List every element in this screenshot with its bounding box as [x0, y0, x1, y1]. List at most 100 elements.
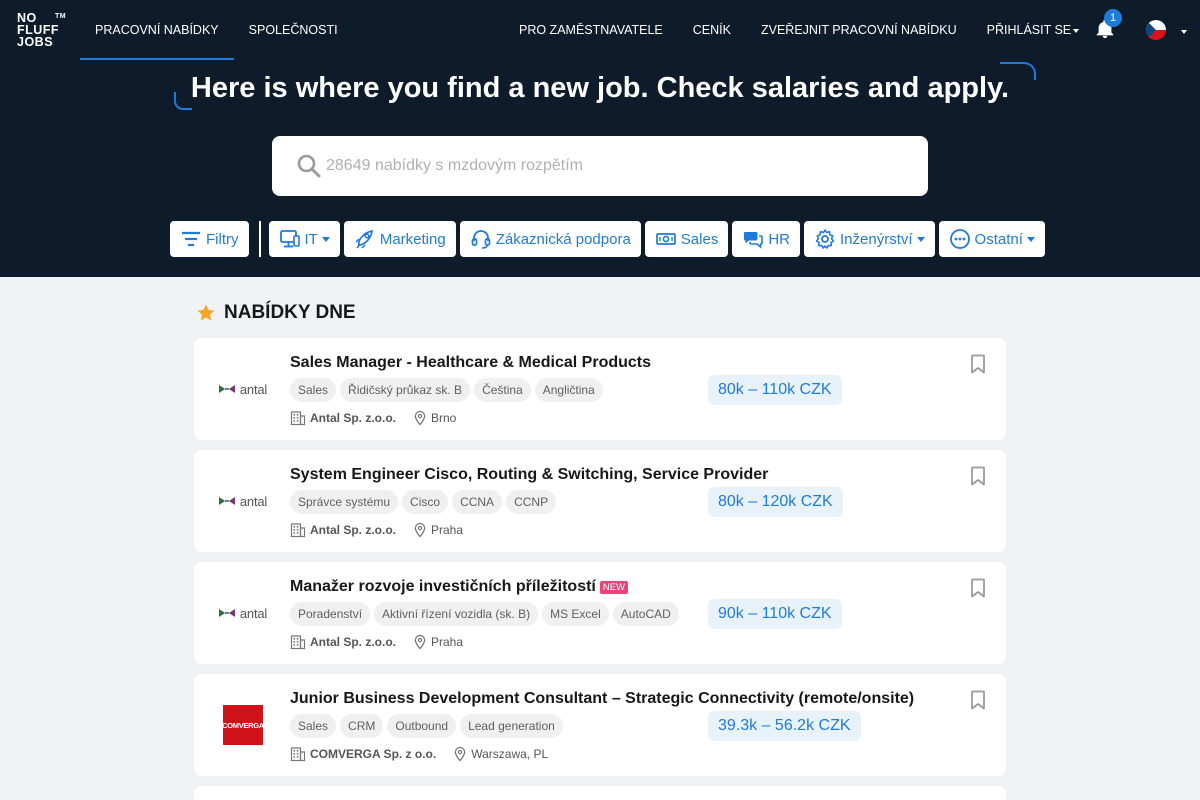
category-hr-label: HR — [768, 230, 790, 248]
company-name: Antal Sp. z.o.o. — [310, 635, 396, 649]
building-icon — [290, 411, 306, 426]
location-pin-icon — [414, 634, 426, 650]
job-title[interactable]: Manažer rozvoje investičních příležitost… — [290, 578, 629, 596]
job-tag[interactable]: Outbound — [387, 714, 457, 738]
job-tag[interactable]: AutoCAD — [612, 602, 679, 626]
filters-button[interactable]: Filtry — [170, 221, 249, 257]
job-location: Praha — [431, 523, 464, 537]
logo-line-3: JOBS — [17, 35, 54, 49]
category-marketing[interactable]: Marketing — [343, 221, 456, 257]
category-bar: Filtry IT Marketing Zákaznická podpora S… — [170, 221, 1049, 257]
job-tags: Sales Řidičský průkaz sk. B Čeština Angličt… — [290, 378, 607, 402]
job-tag[interactable]: Angličtina — [534, 378, 603, 402]
company-logo: antal — [212, 590, 274, 636]
chevron-down-icon — [321, 236, 330, 242]
nav-companies[interactable]: SPOLEČNOSTI — [234, 0, 353, 60]
new-badge: NEW — [599, 580, 629, 594]
company-name: COMVERGA Sp. z o.o. — [310, 747, 437, 761]
job-tag[interactable]: CCNP — [506, 490, 557, 514]
salary-range: 90k – 110k CZK — [708, 599, 842, 629]
building-icon — [290, 747, 306, 762]
salary-range: 80k – 120k CZK — [708, 487, 843, 517]
job-title-text: System Engineer Cisco, Routing & Switchi… — [290, 466, 769, 483]
category-customer-support[interactable]: Zákaznická podpora — [459, 221, 641, 257]
antal-logo: antal — [218, 381, 268, 397]
bookmark-icon[interactable] — [970, 354, 986, 374]
location-pin-icon — [414, 522, 426, 538]
job-tag[interactable]: Sales — [290, 714, 337, 738]
job-tag[interactable]: Poradenství — [290, 602, 371, 626]
antal-logo-text: antal — [239, 493, 268, 509]
job-card[interactable]: antal System Engineer Cisco, Routing & S… — [194, 450, 1006, 552]
search-box[interactable] — [272, 136, 928, 196]
job-tag[interactable]: MS Excel — [542, 602, 609, 626]
category-divider — [258, 221, 261, 257]
job-meta: Antal Sp. z.o.o. Praha — [290, 634, 463, 650]
nav-for-employers[interactable]: PRO ZAMĚSTNAVATELE — [504, 0, 678, 60]
monitor-icon — [279, 230, 300, 248]
job-tag[interactable]: Lead generation — [460, 714, 563, 738]
chevron-down-icon — [1073, 28, 1080, 33]
category-engineering[interactable]: Inženýrství — [804, 221, 935, 257]
job-card[interactable]: antal Manažer rozvoje investičních příle… — [194, 562, 1006, 664]
job-tag[interactable]: CCNA — [452, 490, 503, 514]
antal-mark-icon — [218, 497, 235, 505]
job-tag[interactable]: Správce systému — [290, 490, 399, 514]
search-input[interactable] — [326, 157, 906, 175]
nav-login-label: PŘIHLÁSIT SE — [986, 23, 1072, 37]
category-other[interactable]: Ostatní — [938, 221, 1045, 257]
nav-login[interactable]: PŘIHLÁSIT SE — [972, 0, 1095, 60]
bookmark-icon[interactable] — [970, 690, 986, 710]
chat-bubbles-icon — [744, 232, 764, 249]
search-icon — [297, 154, 321, 178]
job-title[interactable]: System Engineer Cisco, Routing & Switchi… — [290, 466, 768, 484]
nav-post-job[interactable]: ZVEŘEJNIT PRACOVNÍ NABÍDKU — [746, 0, 972, 60]
bookmark-icon[interactable] — [970, 578, 986, 598]
nofluffjobs-logo[interactable]: NO FLUFF JOBS TM — [0, 0, 80, 60]
job-meta: COMVERGA Sp. z o.o. Warszawa, PL — [290, 746, 548, 762]
job-card-partial[interactable] — [194, 786, 1006, 800]
job-location: Praha — [431, 635, 464, 649]
salary-range: 80k – 110k CZK — [708, 375, 842, 405]
category-other-label: Ostatní — [974, 230, 1023, 248]
job-tag[interactable]: Řidičský průkaz sk. B — [340, 378, 471, 402]
bookmark-icon[interactable] — [970, 466, 986, 486]
job-location: Brno — [431, 411, 457, 425]
banknote-icon — [655, 233, 676, 245]
category-it-label: IT — [304, 230, 318, 248]
job-title-text: Manažer rozvoje investičních příležitost… — [290, 578, 596, 595]
category-it[interactable]: IT — [268, 221, 340, 257]
antal-logo: antal — [218, 606, 267, 621]
nav-left: PRACOVNÍ NABÍDKY SPOLEČNOSTI — [80, 0, 353, 60]
antal-mark-icon — [218, 609, 235, 617]
headline-bold: Here is where you find a new job. — [190, 72, 649, 104]
antal-logo-text: antal — [239, 381, 268, 397]
top-navbar: NO FLUFF JOBS TM PRACOVNÍ NABÍDKY SPOLEČ… — [0, 0, 1200, 60]
job-tag[interactable]: Čeština — [474, 378, 531, 402]
category-engineering-label: Inženýrství — [840, 230, 913, 248]
job-title[interactable]: Junior Business Development Consultant –… — [290, 690, 914, 708]
chevron-down-icon — [1026, 236, 1035, 242]
hero-headline: Here is where you find a new job. Check … — [0, 72, 1200, 105]
chevron-down-icon — [916, 236, 925, 242]
language-chevron-down-icon[interactable] — [1181, 30, 1187, 34]
czech-flag-icon[interactable] — [1146, 20, 1166, 40]
category-sales[interactable]: Sales — [644, 221, 729, 257]
job-card[interactable]: antal Sales Manager - Healthcare & Medic… — [194, 338, 1006, 440]
category-customer-support-label: Zákaznická podpora — [495, 230, 631, 248]
job-tag[interactable]: Cisco — [402, 490, 449, 514]
job-meta: Antal Sp. z.o.o. Praha — [290, 522, 463, 538]
job-tag[interactable]: Sales — [290, 378, 337, 402]
nav-pricing[interactable]: CENÍK — [678, 0, 746, 60]
category-marketing-label: Marketing — [379, 230, 446, 248]
salary-range: 39.3k – 56.2k CZK — [708, 711, 861, 741]
comverga-logo: COMVERGA — [222, 705, 264, 745]
category-hr[interactable]: HR — [732, 221, 800, 257]
job-tag[interactable]: CRM — [340, 714, 384, 738]
job-card[interactable]: COMVERGA Junior Business Development Con… — [194, 674, 1006, 776]
job-tags: Správce systému Cisco CCNA CCNP — [290, 490, 560, 514]
job-title[interactable]: Sales Manager - Healthcare & Medical Pro… — [290, 354, 651, 372]
building-icon — [290, 635, 306, 650]
job-tag[interactable]: Aktivní řízení vozidla (sk. B) — [374, 602, 539, 626]
nav-job-offers[interactable]: PRACOVNÍ NABÍDKY — [80, 0, 234, 60]
